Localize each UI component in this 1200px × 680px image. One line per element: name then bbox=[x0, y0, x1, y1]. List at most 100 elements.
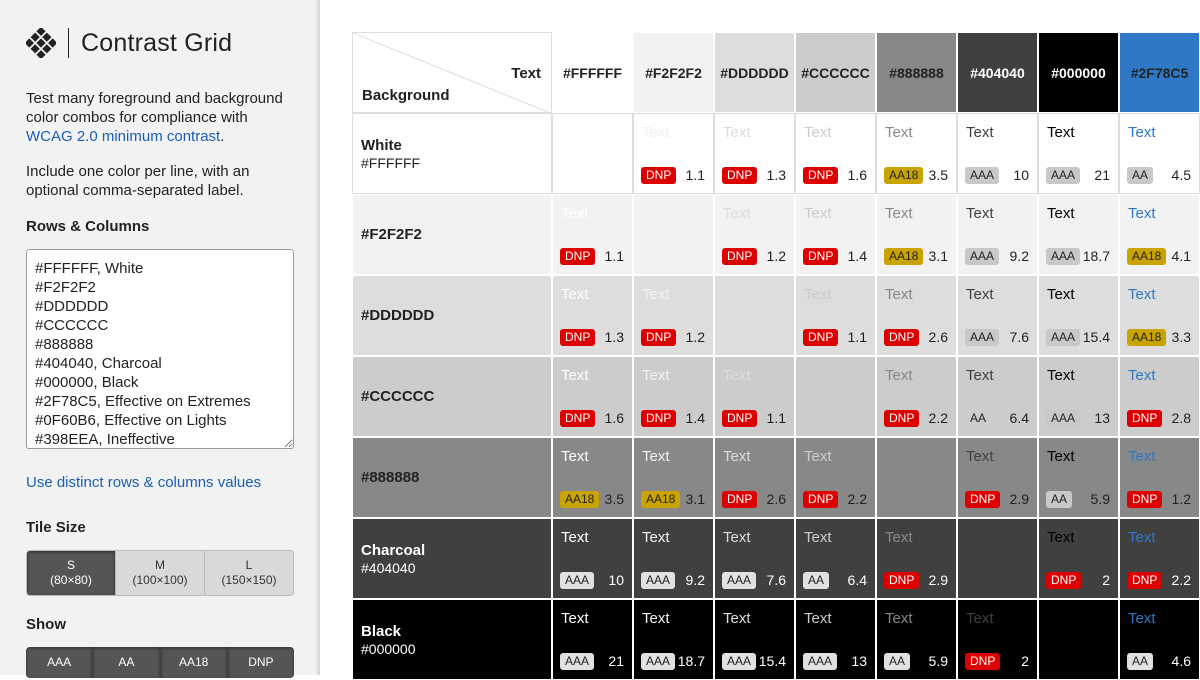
rows-columns-input[interactable] bbox=[26, 249, 294, 449]
empty-tile bbox=[876, 437, 957, 518]
tile-size-dimensions: (100×100) bbox=[132, 573, 188, 587]
contrast-ratio: 5.9 bbox=[1090, 491, 1110, 507]
contrast-tile: Text AAA 9.2 bbox=[633, 518, 714, 599]
sample-text: Text bbox=[804, 448, 832, 465]
sample-text: Text bbox=[804, 286, 832, 303]
compliance-badge: AAA bbox=[803, 653, 838, 670]
contrast-ratio: 2.6 bbox=[928, 329, 948, 345]
compliance-badge: AAA bbox=[560, 653, 595, 670]
contrast-tile: Text AA 4.6 bbox=[1119, 599, 1200, 680]
row-label: #888888 bbox=[361, 469, 420, 486]
row-label: Charcoal bbox=[361, 541, 426, 559]
show-dnp-toggle[interactable]: DNP bbox=[226, 647, 294, 678]
tile-size-name: L bbox=[245, 558, 253, 572]
contrast-tile: Text DNP 2.2 bbox=[795, 437, 876, 518]
contrast-ratio: 2.2 bbox=[928, 410, 948, 426]
sample-text: Text bbox=[1047, 124, 1075, 141]
compliance-badge: DNP bbox=[965, 491, 1001, 508]
contrast-tile: Text AA 5.9 bbox=[876, 599, 957, 680]
contrast-tile: Text AA18 3.1 bbox=[876, 194, 957, 275]
sample-text: Text bbox=[804, 205, 832, 222]
wcag-link[interactable]: WCAG 2.0 minimum contrast bbox=[26, 128, 220, 145]
compliance-badge: AA bbox=[803, 572, 830, 589]
contrast-tile: Text AAA 10 bbox=[957, 113, 1038, 194]
contrast-ratio: 3.5 bbox=[604, 491, 624, 507]
compliance-badge: AAA bbox=[722, 653, 757, 670]
sample-text: Text bbox=[1128, 448, 1156, 465]
column-header: #F2F2F2 bbox=[633, 32, 714, 113]
compliance-badge: DNP bbox=[641, 167, 677, 184]
intro-copy: Test many foreground and background colo… bbox=[26, 90, 283, 126]
contrast-tile: Text AAA 9.2 bbox=[957, 194, 1038, 275]
tile-size-dimensions: (80×80) bbox=[50, 573, 92, 587]
sample-text: Text bbox=[885, 610, 913, 627]
tile-size-l-button[interactable]: L (150×150) bbox=[204, 551, 293, 595]
contrast-ratio: 3.3 bbox=[1171, 329, 1191, 345]
contrast-tile: Text DNP 2.2 bbox=[876, 356, 957, 437]
compliance-badge: AAA bbox=[641, 572, 676, 589]
contrast-tile: Text DNP 1.6 bbox=[795, 113, 876, 194]
compliance-badge: DNP bbox=[884, 410, 920, 427]
compliance-badge: DNP bbox=[641, 329, 677, 346]
contrast-ratio: 2.2 bbox=[1171, 572, 1191, 588]
contrast-ratio: 1.2 bbox=[1171, 491, 1191, 507]
compliance-badge: AAA bbox=[1046, 410, 1081, 427]
compliance-badge: AA bbox=[1127, 167, 1154, 184]
brand: Contrast Grid bbox=[24, 26, 294, 60]
contrast-ratio: 2.9 bbox=[1009, 491, 1029, 507]
empty-tile bbox=[1038, 599, 1119, 680]
compliance-badge: AA18 bbox=[884, 248, 924, 265]
contrast-ratio: 10 bbox=[1013, 167, 1029, 183]
compliance-badge: DNP bbox=[722, 248, 758, 265]
show-aaa-toggle[interactable]: AAA bbox=[26, 647, 93, 678]
compliance-badge: DNP bbox=[803, 329, 839, 346]
app-title: Contrast Grid bbox=[81, 28, 233, 57]
contrast-tile: Text DNP 1.1 bbox=[552, 194, 633, 275]
contrast-tile: Text DNP 2.6 bbox=[876, 275, 957, 356]
compliance-badge: AAA bbox=[965, 329, 1000, 346]
column-header: #404040 bbox=[957, 32, 1038, 113]
sample-text: Text bbox=[804, 529, 832, 546]
contrast-ratio: 18.7 bbox=[677, 653, 705, 669]
empty-tile bbox=[957, 518, 1038, 599]
contrast-tile: Text DNP 2.8 bbox=[1119, 356, 1200, 437]
contrast-ratio: 2.2 bbox=[847, 491, 867, 507]
brand-divider bbox=[68, 28, 69, 58]
contrast-ratio: 1.1 bbox=[604, 248, 624, 264]
row-header: #F2F2F2 bbox=[352, 194, 552, 275]
contrast-ratio: 6.4 bbox=[847, 572, 867, 588]
distinct-values-link[interactable]: Use distinct rows & columns values bbox=[26, 474, 294, 491]
contrast-ratio: 2 bbox=[1102, 572, 1110, 588]
instruction-note: Include one color per line, with an opti… bbox=[26, 163, 250, 199]
tile-size-s-button[interactable]: S (80×80) bbox=[27, 551, 115, 595]
row-header: Black #000000 bbox=[352, 599, 552, 680]
sample-text: Text bbox=[885, 529, 913, 546]
tile-size-name: M bbox=[155, 558, 165, 572]
compliance-badge: AA bbox=[1127, 653, 1154, 670]
corner-text-label: Text bbox=[511, 65, 541, 82]
sample-text: Text bbox=[642, 529, 670, 546]
row-label: #DDDDDD bbox=[361, 307, 435, 324]
compliance-badge: AAA bbox=[965, 248, 1000, 265]
intro-text: Test many foreground and background colo… bbox=[26, 89, 294, 146]
contrast-ratio: 1.6 bbox=[604, 410, 624, 426]
row-hex: #404040 bbox=[361, 559, 416, 576]
show-aa18-toggle[interactable]: AA18 bbox=[159, 647, 227, 678]
contrast-ratio: 4.6 bbox=[1171, 653, 1191, 669]
empty-tile bbox=[795, 356, 876, 437]
contrast-ratio: 5.9 bbox=[928, 653, 948, 669]
contrast-tile: Text AA18 3.3 bbox=[1119, 275, 1200, 356]
contrast-tile: Text AAA 18.7 bbox=[633, 599, 714, 680]
show-aa-toggle[interactable]: AA bbox=[92, 647, 160, 678]
row-label: #CCCCCC bbox=[361, 388, 435, 405]
sample-text: Text bbox=[966, 205, 994, 222]
column-header: #FFFFFF bbox=[552, 32, 633, 113]
tile-size-m-button[interactable]: M (100×100) bbox=[115, 551, 204, 595]
contrast-tile: Text DNP 1.4 bbox=[795, 194, 876, 275]
contrast-tile: Text DNP 2.9 bbox=[957, 437, 1038, 518]
contrast-tile: Text AA18 3.5 bbox=[876, 113, 957, 194]
contrast-ratio: 1.4 bbox=[847, 248, 867, 264]
compliance-badge: DNP bbox=[965, 653, 1001, 670]
contrast-tile: Text AAA 21 bbox=[552, 599, 633, 680]
sample-text: Text bbox=[561, 610, 589, 627]
